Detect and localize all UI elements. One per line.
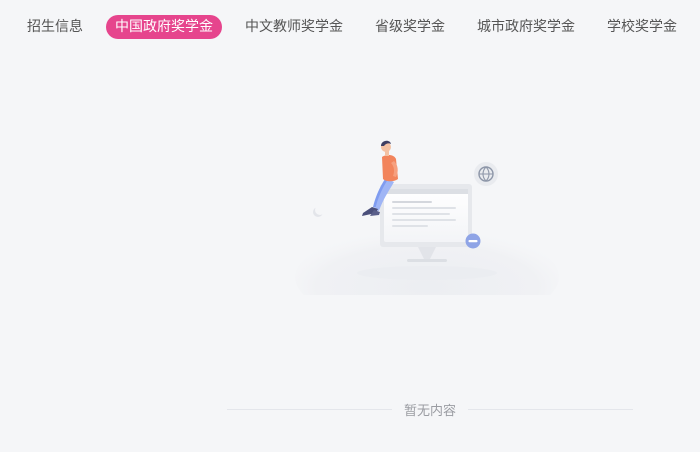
empty-state: 暂无内容	[227, 396, 634, 422]
crescent-moon-icon	[313, 205, 325, 217]
ground-disc	[357, 266, 497, 280]
tab-chinese-teacher-scholarship[interactable]: 中文教师奖学金	[236, 15, 352, 39]
tab-chinese-government-scholarship[interactable]: 中国政府奖学金	[106, 15, 222, 39]
tab-school-scholarship[interactable]: 学校奖学金	[598, 15, 686, 39]
divider-left	[227, 408, 392, 410]
tab-admissions-info[interactable]: 招生信息	[18, 15, 92, 39]
divider-right	[468, 408, 634, 410]
minus-badge-icon	[465, 233, 481, 249]
empty-state-text: 暂无内容	[404, 403, 457, 419]
tab-provincial-scholarship[interactable]: 省级奖学金	[366, 15, 454, 39]
globe-badge-icon	[474, 162, 498, 186]
empty-state-illustration	[295, 140, 559, 295]
scholarship-tab-bar: 招生信息 中国政府奖学金 中文教师奖学金 省级奖学金 城市政府奖学金 学校奖学金	[18, 15, 686, 39]
tab-city-government-scholarship[interactable]: 城市政府奖学金	[468, 15, 584, 39]
